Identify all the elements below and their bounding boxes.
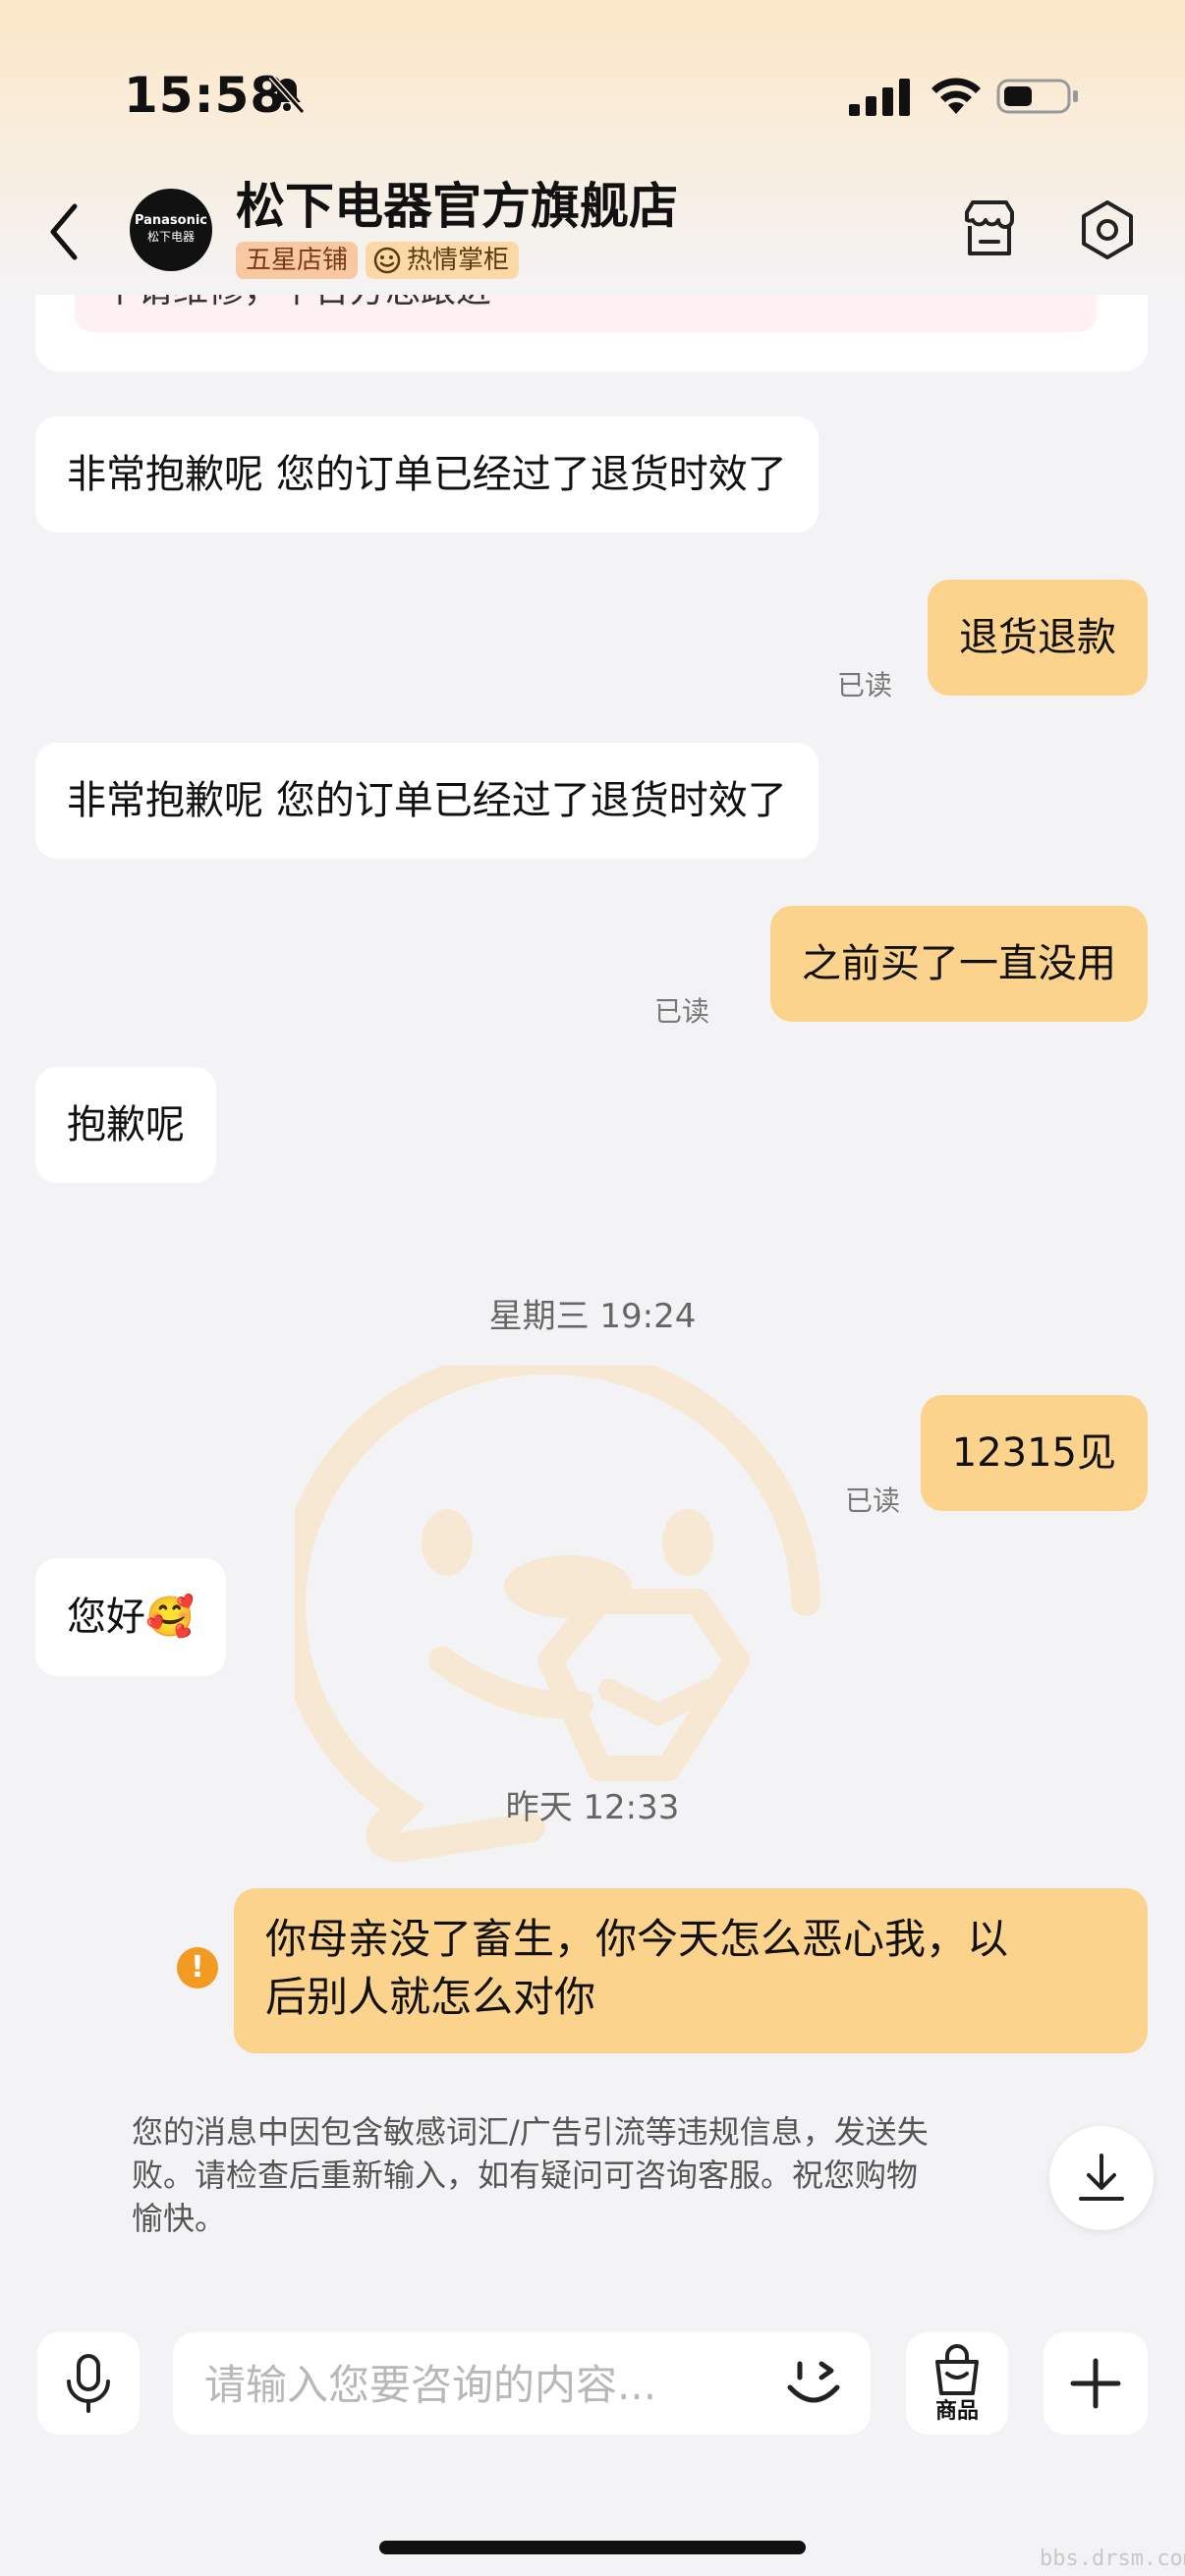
wifi-icon [931, 78, 981, 114]
read-receipt: 已读 [837, 669, 893, 701]
battery-icon [996, 79, 1078, 114]
goods-button[interactable]: 商品 [906, 2332, 1008, 2435]
outgoing-message[interactable]: 之前买了一直没用 [770, 906, 1148, 1022]
settings-icon[interactable] [1077, 198, 1138, 261]
more-actions-button[interactable] [1044, 2332, 1148, 2435]
notice-line: 您的消息中因包含敏感词汇/广告引流等违规信息，发送失 [132, 2113, 929, 2151]
cellular-signal-icon [849, 79, 910, 116]
read-receipt: 已读 [654, 995, 710, 1028]
site-watermark: bbs.drsm.com [1040, 2547, 1185, 2571]
home-indicator[interactable] [379, 2541, 806, 2554]
status-time: 15:58 [124, 67, 286, 124]
download-arrow-icon [1079, 2154, 1124, 2201]
send-failed-warning-icon[interactable]: ! [177, 1947, 218, 1988]
shop-avatar[interactable]: Panasonic 松下电器 [130, 189, 212, 271]
message-timestamp: 昨天 12:33 [505, 1788, 680, 1827]
smile-badge-icon [373, 247, 401, 274]
read-receipt: 已读 [845, 1484, 901, 1517]
message-input[interactable] [202, 2354, 757, 2415]
incoming-message[interactable]: 您好🥰 [35, 1558, 226, 1676]
outgoing-message[interactable]: 12315见 [920, 1395, 1148, 1511]
notice-line: 愉快。 [132, 2200, 227, 2237]
shop-name[interactable]: 松下电器官方旗舰店 [236, 167, 678, 238]
bell-muted-icon [268, 75, 306, 114]
goods-label: 商品 [934, 2399, 979, 2424]
microphone-icon [67, 2354, 110, 2413]
back-button[interactable] [41, 196, 90, 267]
incoming-message[interactable]: 抱歉呢 [35, 1067, 216, 1183]
voice-input-button[interactable] [37, 2332, 140, 2435]
failed-message-line: 后别人就怎么对你 [265, 1973, 596, 2021]
warm-keeper-label: 热情掌柜 [407, 246, 510, 275]
emoji-wink-icon[interactable] [784, 2356, 843, 2411]
avatar-brand-subtext: 松下电器 [146, 230, 195, 244]
send-failure-notice: 您的消息中因包含敏感词汇/广告引流等违规信息，发送失 败。请检查后重新输入，如有… [132, 2110, 1055, 2240]
message-input-box[interactable] [173, 2332, 871, 2435]
store-icon[interactable] [959, 198, 1020, 261]
incoming-message[interactable]: 非常抱歉呢 您的订单已经过了退货时效了 [35, 417, 818, 532]
outgoing-message[interactable]: 退货退款 [928, 580, 1148, 696]
five-star-shop-badge: 五星店铺 [236, 242, 359, 279]
warm-keeper-badge: 热情掌柜 [366, 242, 520, 279]
avatar-brand-text: Panasonic [134, 213, 208, 228]
notice-line: 败。请检查后重新输入，如有疑问可咨询客服。祝您购物 [132, 2156, 919, 2194]
incoming-message[interactable]: 非常抱歉呢 您的订单已经过了退货时效了 [35, 743, 818, 859]
previous-card-text: 个请维修，平台方总跟进 [102, 295, 491, 312]
failed-outgoing-message[interactable]: 你母亲没了畜生，你今天怎么恶心我，以 后别人就怎么对你 [234, 1888, 1148, 2053]
plus-icon [1070, 2358, 1121, 2409]
previous-message-card: 个请维修，平台方总跟进 [35, 295, 1148, 371]
message-timestamp: 星期三 19:24 [488, 1297, 697, 1336]
scroll-to-bottom-button[interactable] [1049, 2126, 1154, 2230]
failed-message-line: 你母亲没了畜生，你今天怎么恶心我，以 [265, 1915, 1009, 1963]
